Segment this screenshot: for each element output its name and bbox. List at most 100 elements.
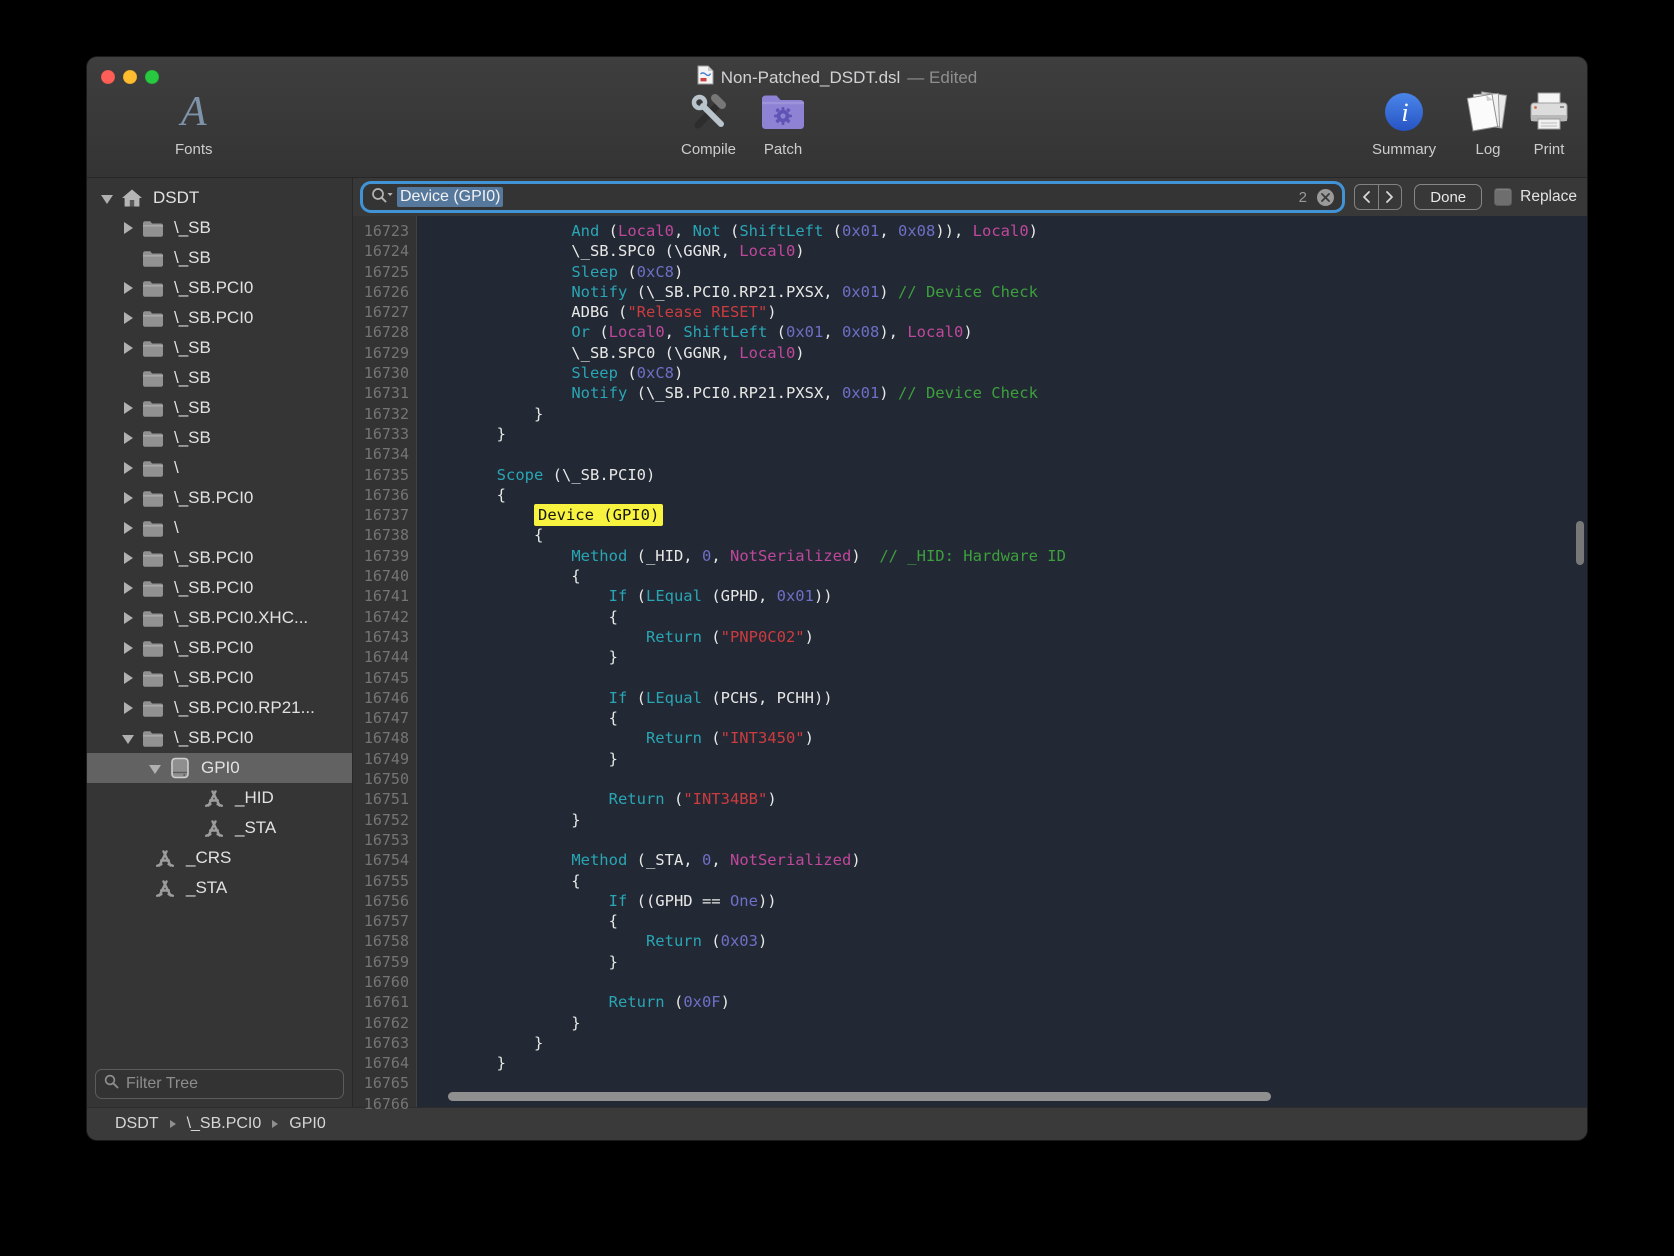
disclosure-right-icon[interactable] xyxy=(120,340,136,356)
horizontal-scrollbar[interactable] xyxy=(448,1092,1271,1101)
disclosure-right-icon[interactable] xyxy=(120,520,136,536)
next-match-button[interactable] xyxy=(1378,185,1402,209)
tree-item-dsdt[interactable]: DSDT xyxy=(87,183,352,213)
find-input[interactable]: Device (GPI0) 2 xyxy=(363,184,1342,210)
line-number: 16741 xyxy=(353,586,409,606)
search-icon xyxy=(104,1074,119,1094)
tree-item-sb[interactable]: \_SB xyxy=(87,213,352,243)
tree-item-sbpci0xhc[interactable]: \_SB.PCI0.XHC... xyxy=(87,603,352,633)
code-line: } xyxy=(422,1013,1587,1033)
line-number: 16732 xyxy=(353,404,409,424)
disclosure-right-icon[interactable] xyxy=(120,670,136,686)
fonts-button[interactable]: A Fonts xyxy=(175,87,213,158)
disclosure-right-icon[interactable] xyxy=(120,460,136,476)
line-number: 16744 xyxy=(353,647,409,667)
window-title-text: Non-Patched_DSDT.dsl xyxy=(721,68,901,88)
tree-item-sbpci0rp21[interactable]: \_SB.PCI0.RP21... xyxy=(87,693,352,723)
tree-item-sb[interactable]: \_SB xyxy=(87,243,352,273)
tree-item-hid[interactable]: _HID xyxy=(87,783,352,813)
code-line xyxy=(422,972,1587,992)
code-line: Notify (\_SB.PCI0.RP21.PXSX, 0x01) // De… xyxy=(422,282,1587,302)
print-button[interactable]: Print xyxy=(1527,87,1571,158)
disclosure-right-icon[interactable] xyxy=(120,430,136,446)
tree-item-sbpci0[interactable]: \_SB.PCI0 xyxy=(87,633,352,663)
tree-item-label: _CRS xyxy=(186,848,231,868)
folder-icon xyxy=(142,247,164,269)
disclosure-right-icon[interactable] xyxy=(120,640,136,656)
previous-match-button[interactable] xyxy=(1355,185,1378,209)
replace-checkbox[interactable] xyxy=(1494,188,1512,206)
summary-button[interactable]: i Summary xyxy=(1372,87,1436,158)
breadcrumb-item-gpi0[interactable]: GPI0 xyxy=(289,1115,325,1133)
breadcrumb-item-dsdt[interactable]: DSDT xyxy=(115,1115,159,1133)
tree-item-sta[interactable]: _STA xyxy=(87,813,352,843)
disclosure-right-icon[interactable] xyxy=(120,550,136,566)
folder-icon xyxy=(142,277,164,299)
disclosure-right-icon[interactable] xyxy=(120,700,136,716)
line-number: 16756 xyxy=(353,891,409,911)
disclosure-right-icon[interactable] xyxy=(120,400,136,416)
svg-text:i: i xyxy=(1401,98,1408,127)
line-number: 16755 xyxy=(353,871,409,891)
match-count: 2 xyxy=(1299,189,1307,206)
disclosure-down-icon[interactable] xyxy=(120,730,136,746)
tree-item-sbpci0[interactable]: \_SB.PCI0 xyxy=(87,663,352,693)
done-button[interactable]: Done xyxy=(1414,184,1482,210)
method-icon xyxy=(203,787,225,809)
line-number-gutter: 1672316724167251672616727167281672916730… xyxy=(353,216,417,1107)
code-line: And (Local0, Not (ShiftLeft (0x01, 0x08)… xyxy=(422,221,1587,241)
tree-item-sta[interactable]: _STA xyxy=(87,873,352,903)
compile-button[interactable]: Compile xyxy=(681,87,736,158)
tree-item-label: \_SB.PCI0 xyxy=(174,548,253,568)
folder-icon xyxy=(142,727,164,749)
tree-item-sbpci0[interactable]: \_SB.PCI0 xyxy=(87,543,352,573)
disclosure-down-icon[interactable] xyxy=(99,190,115,206)
line-number: 16724 xyxy=(353,241,409,261)
find-query-text: Device (GPI0) xyxy=(397,187,503,207)
disclosure-right-icon[interactable] xyxy=(120,310,136,326)
patch-button[interactable]: Patch xyxy=(759,87,807,158)
vertical-scrollbar[interactable] xyxy=(1576,521,1584,565)
tree-item-[interactable]: \ xyxy=(87,513,352,543)
code-line: ADBG ("Release RESET") xyxy=(422,302,1587,322)
code-editor[interactable]: 1672316724167251672616727167281672916730… xyxy=(353,216,1587,1107)
tree-item-label: \_SB xyxy=(174,398,211,418)
breadcrumb-item-sb-pci0[interactable]: \_SB.PCI0 xyxy=(187,1115,262,1133)
tree-item-crs[interactable]: _CRS xyxy=(87,843,352,873)
line-number: 16727 xyxy=(353,302,409,322)
code-line: Or (Local0, ShiftLeft (0x01, 0x08), Loca… xyxy=(422,322,1587,342)
filter-tree-input[interactable]: Filter Tree xyxy=(95,1069,344,1099)
line-number: 16725 xyxy=(353,262,409,282)
log-button[interactable]: Log xyxy=(1465,87,1511,158)
tree-item-[interactable]: \ xyxy=(87,453,352,483)
tree-item-gpi0[interactable]: GPI0 xyxy=(87,753,352,783)
compile-tools-icon xyxy=(685,87,733,137)
tree-item-sbpci0[interactable]: \_SB.PCI0 xyxy=(87,483,352,513)
code-text[interactable]: And (Local0, Not (ShiftLeft (0x01, 0x08)… xyxy=(417,216,1587,1107)
tree-item-sbpci0[interactable]: \_SB.PCI0 xyxy=(87,273,352,303)
disclosure-right-icon[interactable] xyxy=(120,580,136,596)
disclosure-right-icon[interactable] xyxy=(120,280,136,296)
line-number: 16750 xyxy=(353,769,409,789)
disclosure-right-icon[interactable] xyxy=(120,220,136,236)
tree-item-sb[interactable]: \_SB xyxy=(87,333,352,363)
disclosure-down-icon[interactable] xyxy=(147,760,163,776)
folder-icon xyxy=(142,607,164,629)
tree-item-sb[interactable]: \_SB xyxy=(87,393,352,423)
tree-item-sb[interactable]: \_SB xyxy=(87,363,352,393)
disclosure-right-icon[interactable] xyxy=(120,490,136,506)
line-number: 16731 xyxy=(353,383,409,403)
code-line: Scope (\_SB.PCI0) xyxy=(422,465,1587,485)
tree-item-sb[interactable]: \_SB xyxy=(87,423,352,453)
tree-item-label: \ xyxy=(174,458,179,478)
code-line: \_SB.SPC0 (\GGNR, Local0) xyxy=(422,343,1587,363)
clear-search-icon[interactable] xyxy=(1317,189,1334,206)
tree-item-label: \_SB xyxy=(174,218,211,238)
tree-item-sbpci0[interactable]: \_SB.PCI0 xyxy=(87,573,352,603)
code-line: { xyxy=(422,566,1587,586)
tree-item-sbpci0[interactable]: \_SB.PCI0 xyxy=(87,723,352,753)
breadcrumb-separator-icon xyxy=(170,1120,176,1128)
tree-item-sbpci0[interactable]: \_SB.PCI0 xyxy=(87,303,352,333)
disclosure-right-icon[interactable] xyxy=(120,610,136,626)
method-icon xyxy=(154,877,176,899)
